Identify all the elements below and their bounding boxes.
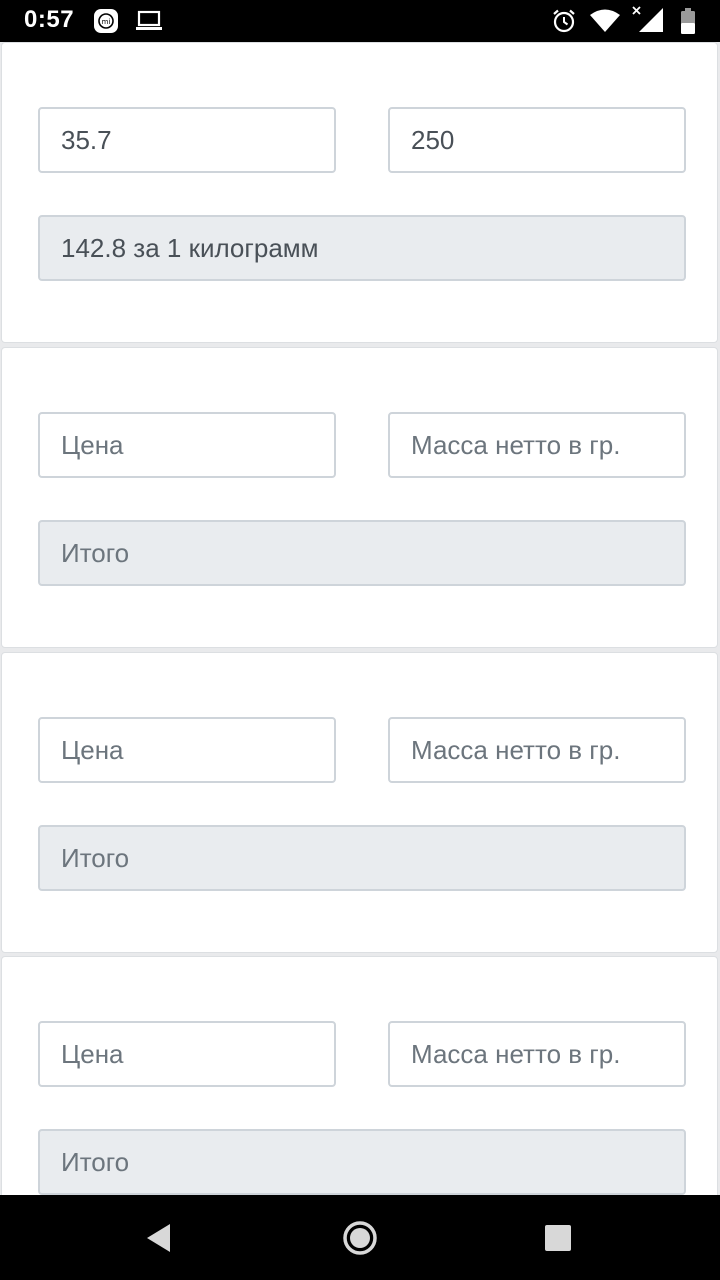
calc-card: Цена Масса нетто в гр. Итого xyxy=(1,956,718,1195)
calc-card: Цена Масса нетто в гр. Итого xyxy=(1,347,718,648)
price-input[interactable]: Цена xyxy=(38,717,336,783)
total-output: Итого xyxy=(38,825,686,891)
recents-icon[interactable] xyxy=(535,1215,581,1261)
wifi-icon xyxy=(589,8,621,39)
signal-no-data-icon xyxy=(631,4,665,39)
price-input[interactable]: 35.7 xyxy=(38,107,336,173)
back-icon[interactable] xyxy=(136,1215,182,1261)
calc-card: Цена Масса нетто в гр. Итого xyxy=(1,652,718,953)
price-input[interactable]: Цена xyxy=(38,1021,336,1087)
status-bar: 0:57 mi xyxy=(0,0,720,42)
battery-icon xyxy=(680,7,696,40)
laptop-icon xyxy=(135,10,163,37)
home-icon[interactable] xyxy=(337,1215,383,1261)
mass-input[interactable]: Масса нетто в гр. xyxy=(388,1021,686,1087)
mi-notification-icon: mi xyxy=(93,8,119,39)
svg-text:mi: mi xyxy=(102,18,111,26)
total-output: Итого xyxy=(38,520,686,586)
price-input[interactable]: Цена xyxy=(38,412,336,478)
status-time: 0:57 xyxy=(24,6,75,33)
calculator-list: 35.7 250 142.8 за 1 килограмм Цена Масса… xyxy=(0,42,720,1195)
phone-screen: 0:57 mi 35.7 250 142.8 за 1 килограмм Це… xyxy=(0,0,720,1280)
total-output: Итого xyxy=(38,1129,686,1195)
mass-input[interactable]: Масса нетто в гр. xyxy=(388,717,686,783)
navigation-bar xyxy=(0,1195,720,1280)
mass-input[interactable]: 250 xyxy=(388,107,686,173)
calc-card: 35.7 250 142.8 за 1 килограмм xyxy=(1,42,718,343)
alarm-icon xyxy=(551,8,577,39)
mass-input[interactable]: Масса нетто в гр. xyxy=(388,412,686,478)
total-output: 142.8 за 1 килограмм xyxy=(38,215,686,281)
